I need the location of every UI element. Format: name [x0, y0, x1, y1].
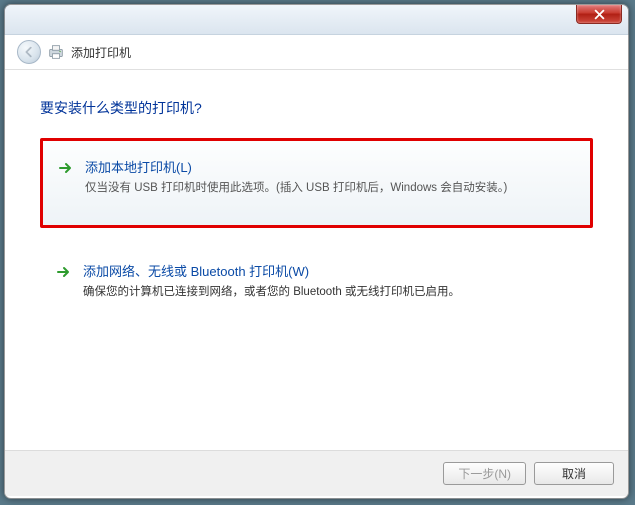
- option-local-desc: 仅当没有 USB 打印机时使用此选项。(插入 USB 打印机后，Windows …: [85, 180, 576, 197]
- option-body: 添加本地打印机(L) 仅当没有 USB 打印机时使用此选项。(插入 USB 打印…: [85, 157, 576, 197]
- footer-bar: 下一步(N) 取消: [5, 450, 628, 496]
- cancel-button[interactable]: 取消: [534, 462, 614, 485]
- option-add-network-printer[interactable]: 添加网络、无线或 Bluetooth 打印机(W) 确保您的计算机已连接到网络，…: [40, 246, 593, 316]
- arrow-right-icon: [55, 263, 73, 301]
- back-arrow-icon: [22, 45, 36, 59]
- option-body: 添加网络、无线或 Bluetooth 打印机(W) 确保您的计算机已连接到网络，…: [83, 261, 578, 301]
- page-heading: 要安装什么类型的打印机?: [40, 98, 593, 118]
- content-area: 要安装什么类型的打印机? 添加本地打印机(L) 仅当没有 USB 打印机时使用此…: [5, 70, 628, 450]
- option-network-desc: 确保您的计算机已连接到网络，或者您的 Bluetooth 或无线打印机已启用。: [83, 284, 578, 301]
- close-icon: [594, 9, 605, 20]
- dialog-window: 添加打印机 要安装什么类型的打印机? 添加本地打印机(L) 仅当没有 USB 打…: [4, 4, 629, 499]
- option-local-title: 添加本地打印机(L): [85, 157, 576, 176]
- window-title: 添加打印机: [71, 44, 131, 61]
- arrow-right-icon: [57, 159, 75, 197]
- back-button[interactable]: [17, 40, 41, 64]
- close-button[interactable]: [576, 5, 622, 24]
- option-add-local-printer[interactable]: 添加本地打印机(L) 仅当没有 USB 打印机时使用此选项。(插入 USB 打印…: [40, 138, 593, 228]
- header-bar: 添加打印机: [5, 35, 628, 70]
- next-button[interactable]: 下一步(N): [443, 462, 526, 485]
- titlebar: [5, 5, 628, 35]
- printer-icon: [47, 43, 65, 61]
- option-network-title: 添加网络、无线或 Bluetooth 打印机(W): [83, 261, 578, 280]
